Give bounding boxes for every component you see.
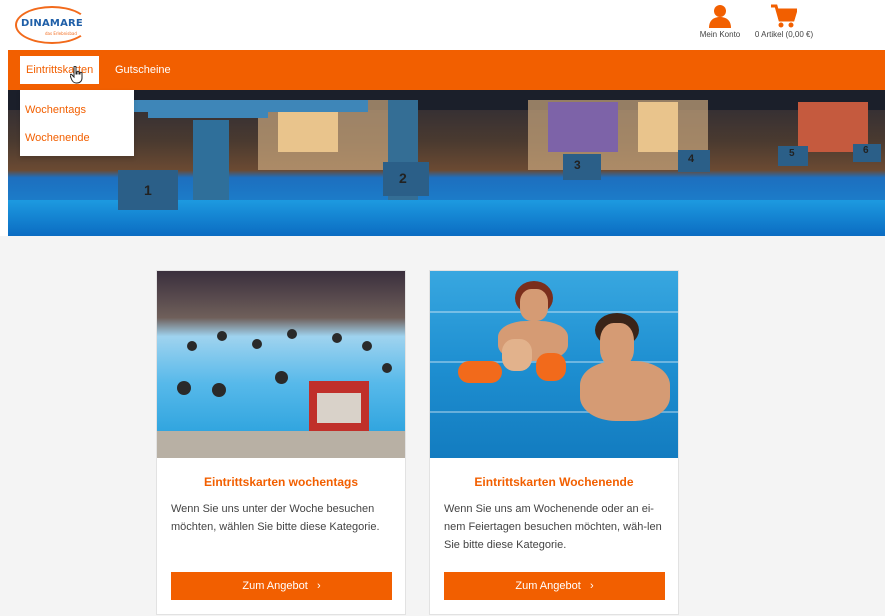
main-nav: Eintrittskarten Gutscheine xyxy=(8,50,885,90)
lane-number: 3 xyxy=(574,158,581,172)
nav-item-eintrittskarten[interactable]: Eintrittskarten xyxy=(20,56,100,84)
chevron-right-icon: › xyxy=(310,580,321,592)
card-description: Wenn Sie uns am Wochenende oder an ei-ne… xyxy=(444,503,662,551)
logo-subtitle: das Erlebnisbad xyxy=(45,31,77,36)
site-header: DINAMARE das Erlebnisbad Mein Konto 0 Ar… xyxy=(0,0,885,50)
lane-number: 5 xyxy=(789,148,795,159)
nav-item-gutscheine[interactable]: Gutscheine xyxy=(109,56,177,84)
ticket-card-weekday: Eintrittskarten wochentags Wenn Sie uns … xyxy=(156,270,406,615)
cart-link[interactable]: 0 Artikel (0,00 €) xyxy=(746,4,822,39)
dropdown-item-wochentags[interactable]: Wochentags xyxy=(25,104,86,116)
nav-dropdown: Wochentags Wochenende xyxy=(20,90,134,156)
cart-icon xyxy=(771,4,797,28)
hero-banner: 1 2 3 4 5 6 xyxy=(8,90,885,236)
logo-text: DINAMARE xyxy=(21,18,83,29)
button-label: Zum Angebot xyxy=(242,580,308,592)
hand-cursor-icon xyxy=(70,66,83,84)
account-label: Mein Konto xyxy=(699,30,741,39)
button-label: Zum Angebot xyxy=(515,580,581,592)
offer-button-weekend[interactable]: Zum Angebot › xyxy=(444,572,665,600)
ticket-card-weekend: Eintrittskarten Wochenende Wenn Sie uns … xyxy=(429,270,679,615)
card-description: Wenn Sie uns unter der Woche besuchen mö… xyxy=(171,503,380,533)
cart-label: 0 Artikel (0,00 €) xyxy=(754,30,814,39)
family-photo xyxy=(430,271,678,458)
lane-number: 2 xyxy=(399,170,407,186)
lane-number: 6 xyxy=(863,145,869,156)
account-link[interactable]: Mein Konto xyxy=(695,4,745,39)
lane-number: 1 xyxy=(144,182,152,198)
lane-number: 4 xyxy=(688,153,695,165)
user-icon xyxy=(709,5,731,28)
logo[interactable]: DINAMARE das Erlebnisbad xyxy=(15,6,89,44)
card-title: Eintrittskarten wochentags xyxy=(203,475,359,489)
pool-photo xyxy=(157,271,405,458)
chevron-right-icon: › xyxy=(583,580,594,592)
card-title: Eintrittskarten Wochenende xyxy=(474,475,634,489)
dropdown-item-wochenende[interactable]: Wochenende xyxy=(25,132,90,144)
offer-button-weekday[interactable]: Zum Angebot › xyxy=(171,572,392,600)
